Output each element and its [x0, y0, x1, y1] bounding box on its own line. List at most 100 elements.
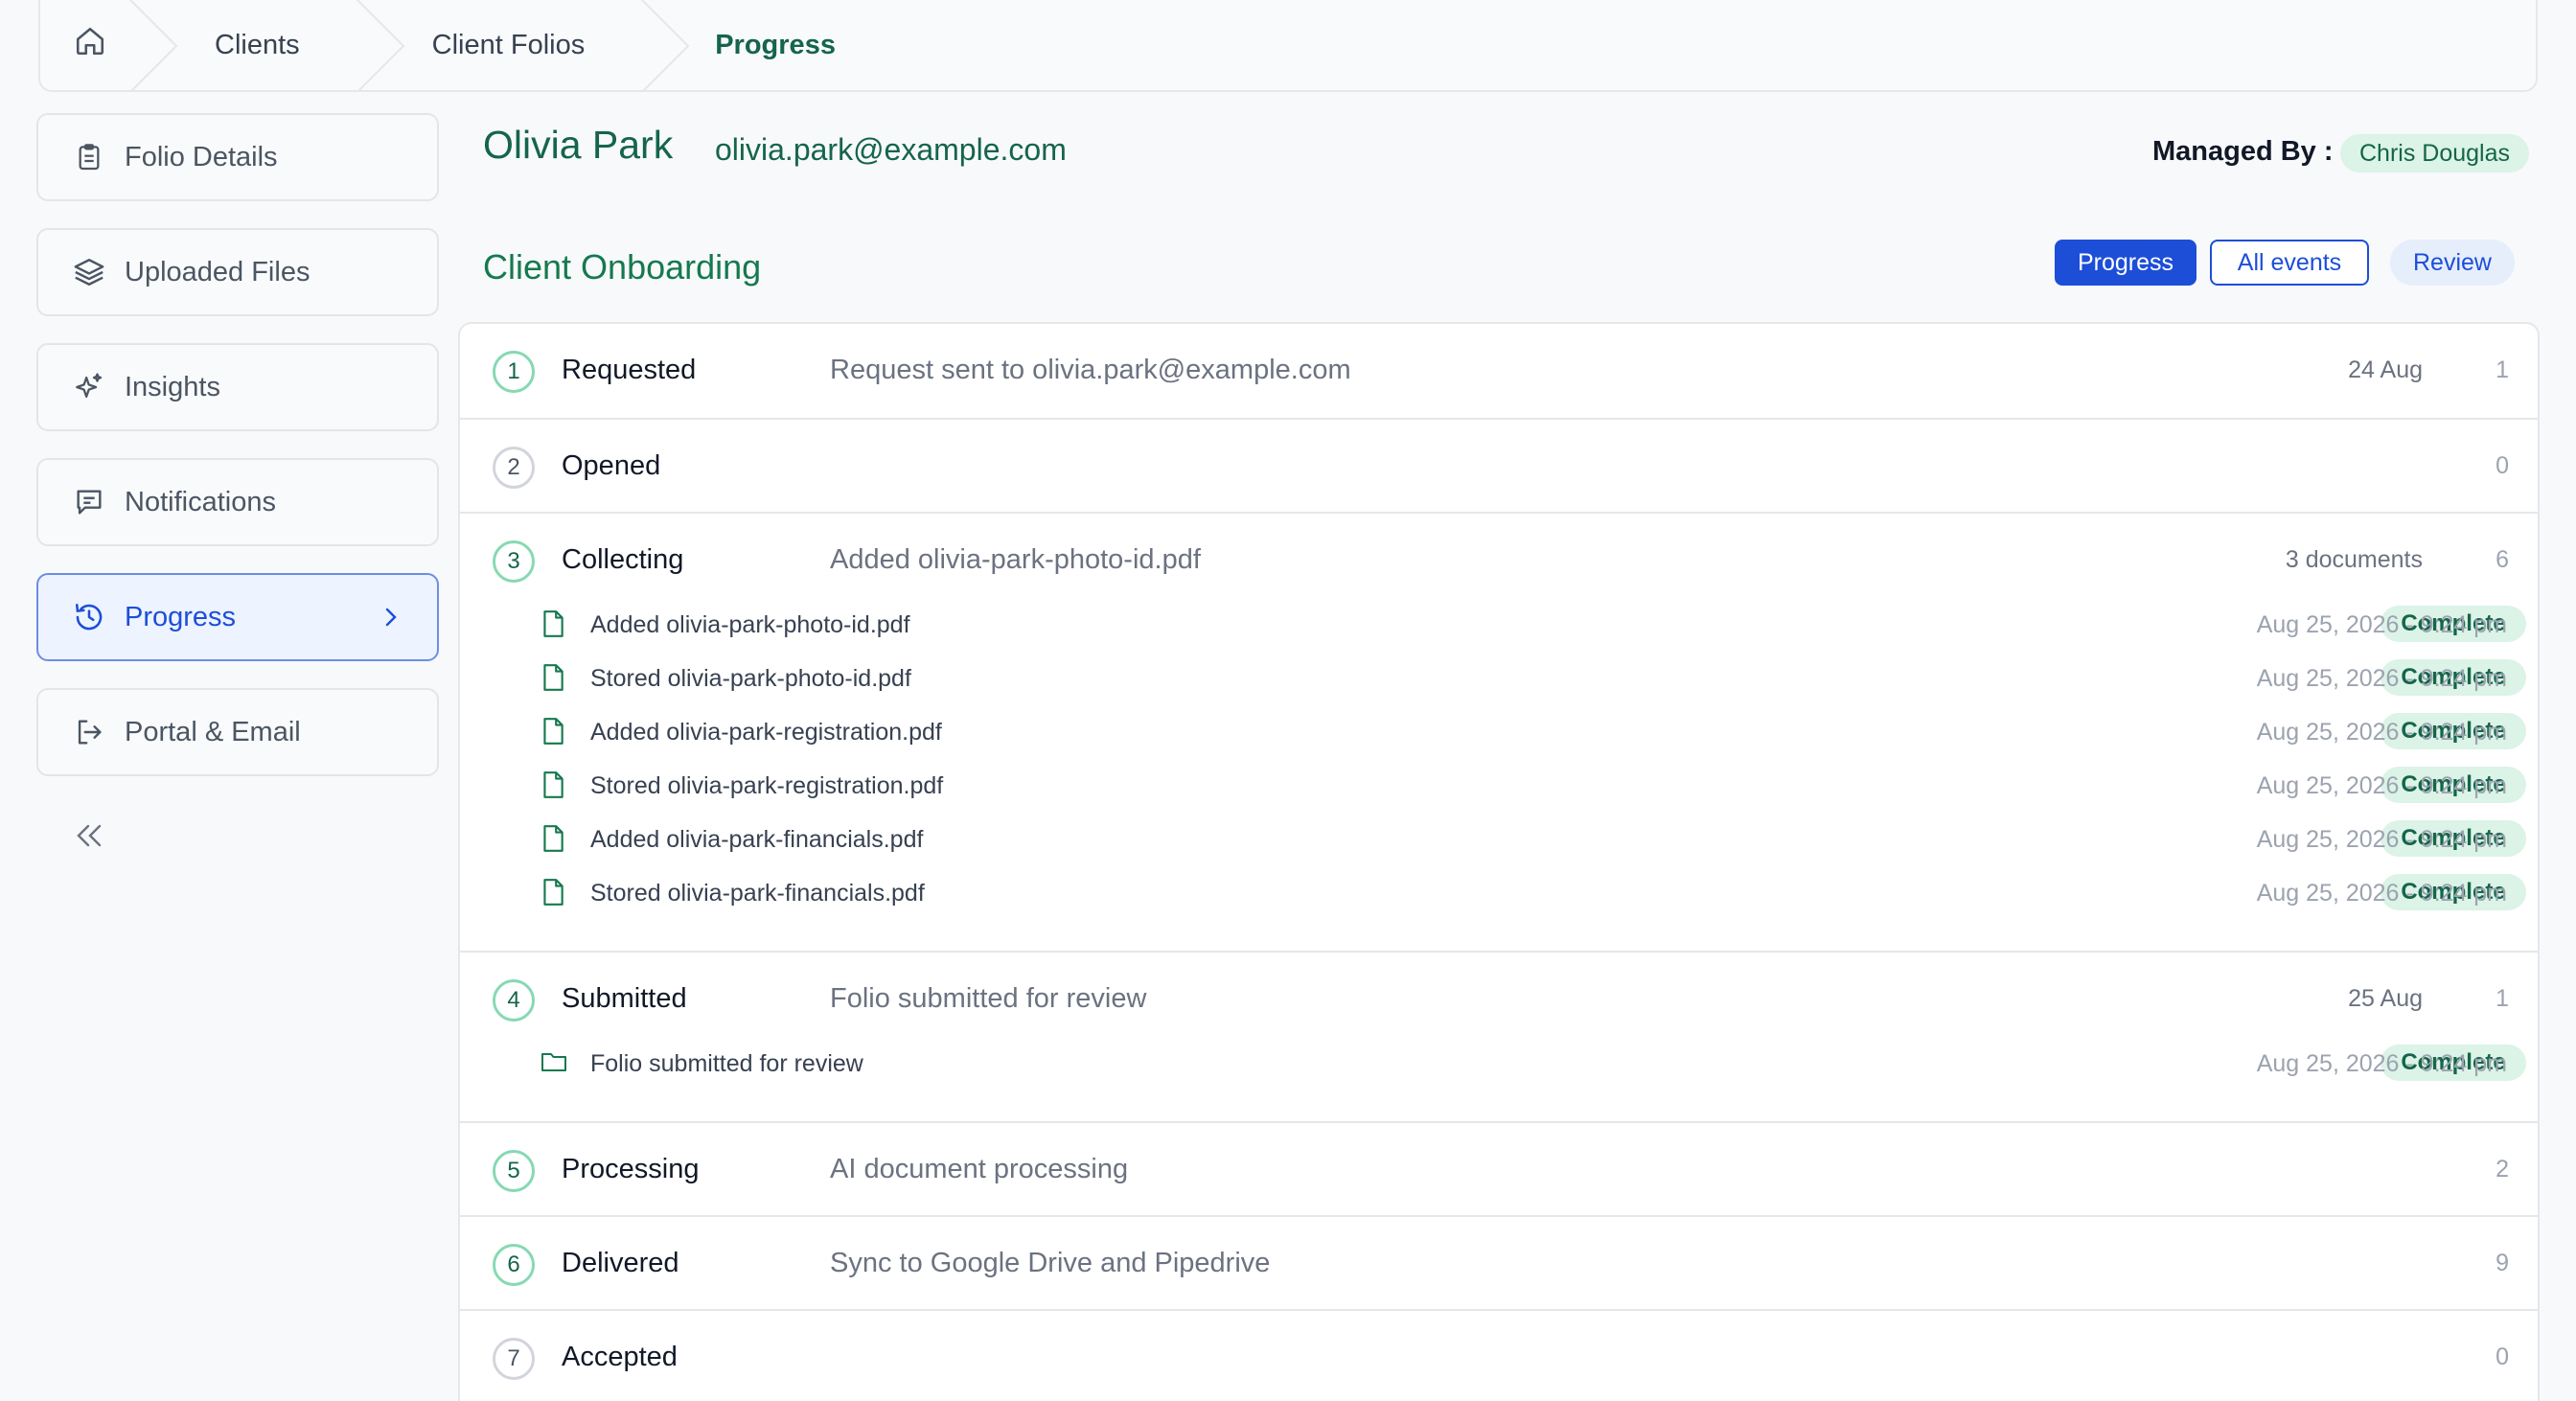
- tab-progress[interactable]: Progress: [2055, 240, 2196, 286]
- step-count: 1: [2496, 985, 2509, 1012]
- breadcrumb-label: Progress: [715, 29, 836, 60]
- sidebar-item-label: Progress: [125, 601, 237, 632]
- file-icon: [540, 609, 567, 638]
- event-timestamp: Aug 25, 2026 - 9:24 pm: [2256, 1050, 2507, 1077]
- event-text: Added olivia-park-registration.pdf: [590, 719, 942, 746]
- sidebar-item-label: Insights: [125, 371, 220, 402]
- client-name: Olivia Park: [483, 123, 674, 167]
- section-title: Client Onboarding: [483, 247, 762, 287]
- step-count: 0: [2496, 452, 2509, 479]
- event-text: Stored olivia-park-financials.pdf: [590, 880, 925, 907]
- event-row[interactable]: Stored olivia-park-registration.pdf Comp…: [460, 759, 2538, 813]
- step-row-processing[interactable]: 5 Processing AI document processing 2: [460, 1121, 2538, 1217]
- event-row[interactable]: Added olivia-park-photo-id.pdf Complete …: [460, 598, 2538, 652]
- file-icon: [540, 663, 567, 692]
- step-date: 3 documents: [2285, 546, 2423, 573]
- step-name: Submitted: [562, 983, 687, 1014]
- sidebar-item-insights[interactable]: Insights: [36, 343, 439, 431]
- file-icon: [540, 878, 567, 907]
- event-row[interactable]: Stored olivia-park-photo-id.pdf Complete…: [460, 652, 2538, 705]
- step-description: Added olivia-park-photo-id.pdf: [830, 544, 1201, 575]
- double-chevron-left-icon: [69, 824, 107, 859]
- sidebar-item-portal-email[interactable]: Portal & Email: [36, 688, 439, 776]
- sidebar-item-folio-details[interactable]: Folio Details: [36, 113, 439, 201]
- message-icon: [71, 484, 107, 520]
- collapse-sidebar-button[interactable]: [69, 816, 107, 855]
- step-row-opened[interactable]: 2 Opened 0: [460, 418, 2538, 514]
- step-name: Processing: [562, 1154, 700, 1184]
- sidebar-item-label: Uploaded Files: [125, 256, 310, 287]
- sidebar-item-label: Notifications: [125, 486, 276, 517]
- sidebar-item-progress[interactable]: Progress: [36, 573, 439, 661]
- sparkle-icon: [71, 369, 107, 405]
- onboarding-steps-card: 1 Requested Request sent to olivia.park@…: [458, 322, 2540, 1401]
- sidebar-item-notifications[interactable]: Notifications: [36, 458, 439, 546]
- manager-badge[interactable]: Chris Douglas: [2340, 134, 2530, 172]
- managed-by-label: Managed By :: [2152, 136, 2334, 167]
- logout-icon: [71, 714, 107, 750]
- chevron-right-icon: [380, 602, 402, 640]
- event-row[interactable]: Added olivia-park-registration.pdf Compl…: [460, 705, 2538, 759]
- event-text: Stored olivia-park-registration.pdf: [590, 772, 944, 799]
- step-number: 6: [493, 1244, 535, 1286]
- clipboard-icon: [71, 139, 107, 175]
- file-icon: [540, 824, 567, 853]
- event-text: Added olivia-park-photo-id.pdf: [590, 611, 910, 638]
- event-timestamp: Aug 25, 2026 - 9:24 pm: [2256, 880, 2507, 907]
- event-row[interactable]: Stored olivia-park-financials.pdf Comple…: [460, 866, 2538, 920]
- breadcrumb-home[interactable]: [40, 0, 178, 90]
- folder-icon: [540, 1048, 567, 1077]
- file-icon: [540, 770, 567, 799]
- step-number: 7: [493, 1338, 535, 1380]
- event-row[interactable]: Folio submitted for review Complete Aug …: [460, 1037, 2538, 1091]
- sidebar-item-label: Folio Details: [125, 141, 278, 172]
- step-name: Collecting: [562, 544, 684, 575]
- step-number: 4: [493, 979, 535, 1022]
- step-count: 1: [2496, 356, 2509, 383]
- step-date: 25 Aug: [2348, 985, 2423, 1012]
- step-row-delivered[interactable]: 6 Delivered Sync to Google Drive and Pip…: [460, 1215, 2538, 1311]
- event-timestamp: Aug 25, 2026 - 9:24 pm: [2256, 611, 2507, 638]
- event-timestamp: Aug 25, 2026 - 9:24 pm: [2256, 665, 2507, 692]
- breadcrumb-label: Clients: [215, 29, 300, 60]
- step-description: Request sent to olivia.park@example.com: [830, 355, 1351, 385]
- step-description: Folio submitted for review: [830, 983, 1147, 1014]
- step-number: 5: [493, 1150, 535, 1192]
- step-number: 2: [493, 447, 535, 489]
- step-row-submitted[interactable]: 4 Submitted Folio submitted for review 2…: [460, 951, 2538, 1100]
- breadcrumb-clients[interactable]: Clients: [140, 0, 405, 90]
- step-row-collecting[interactable]: 3 Collecting Added olivia-park-photo-id.…: [460, 512, 2538, 930]
- step-count: 6: [2496, 546, 2509, 573]
- client-email[interactable]: olivia.park@example.com: [715, 132, 1067, 168]
- event-timestamp: Aug 25, 2026 - 9:24 pm: [2256, 719, 2507, 746]
- step-name: Delivered: [562, 1248, 679, 1278]
- breadcrumb-client-folios[interactable]: Client Folios: [367, 0, 690, 90]
- step-number: 1: [493, 351, 535, 393]
- home-icon: [74, 25, 106, 65]
- event-row[interactable]: Added olivia-park-financials.pdf Complet…: [460, 813, 2538, 866]
- step-name: Accepted: [562, 1342, 678, 1372]
- breadcrumb-label: Client Folios: [431, 29, 586, 60]
- layers-icon: [71, 254, 107, 290]
- step-number: 3: [493, 540, 535, 583]
- step-description: Sync to Google Drive and Pipedrive: [830, 1248, 1271, 1278]
- sidebar-item-label: Portal & Email: [125, 716, 301, 747]
- step-name: Requested: [562, 355, 697, 385]
- event-timestamp: Aug 25, 2026 - 9:24 pm: [2256, 826, 2507, 853]
- step-date: 24 Aug: [2348, 356, 2423, 383]
- step-row-requested[interactable]: 1 Requested Request sent to olivia.park@…: [460, 324, 2538, 418]
- breadcrumb-progress[interactable]: Progress: [652, 0, 836, 90]
- step-count: 0: [2496, 1344, 2509, 1370]
- tab-review[interactable]: Review: [2390, 240, 2515, 286]
- tab-all-events[interactable]: All events: [2210, 240, 2369, 286]
- event-text: Added olivia-park-financials.pdf: [590, 826, 924, 853]
- step-description: AI document processing: [830, 1154, 1129, 1184]
- event-text: Folio submitted for review: [590, 1050, 863, 1077]
- event-timestamp: Aug 25, 2026 - 9:24 pm: [2256, 772, 2507, 799]
- app-page: Clients Client Folios Progress Folio Det…: [0, 0, 2576, 1401]
- step-count: 9: [2496, 1250, 2509, 1276]
- step-row-accepted[interactable]: 7 Accepted 0: [460, 1309, 2538, 1401]
- step-name: Opened: [562, 450, 661, 481]
- file-icon: [540, 717, 567, 746]
- sidebar-item-uploaded-files[interactable]: Uploaded Files: [36, 228, 439, 316]
